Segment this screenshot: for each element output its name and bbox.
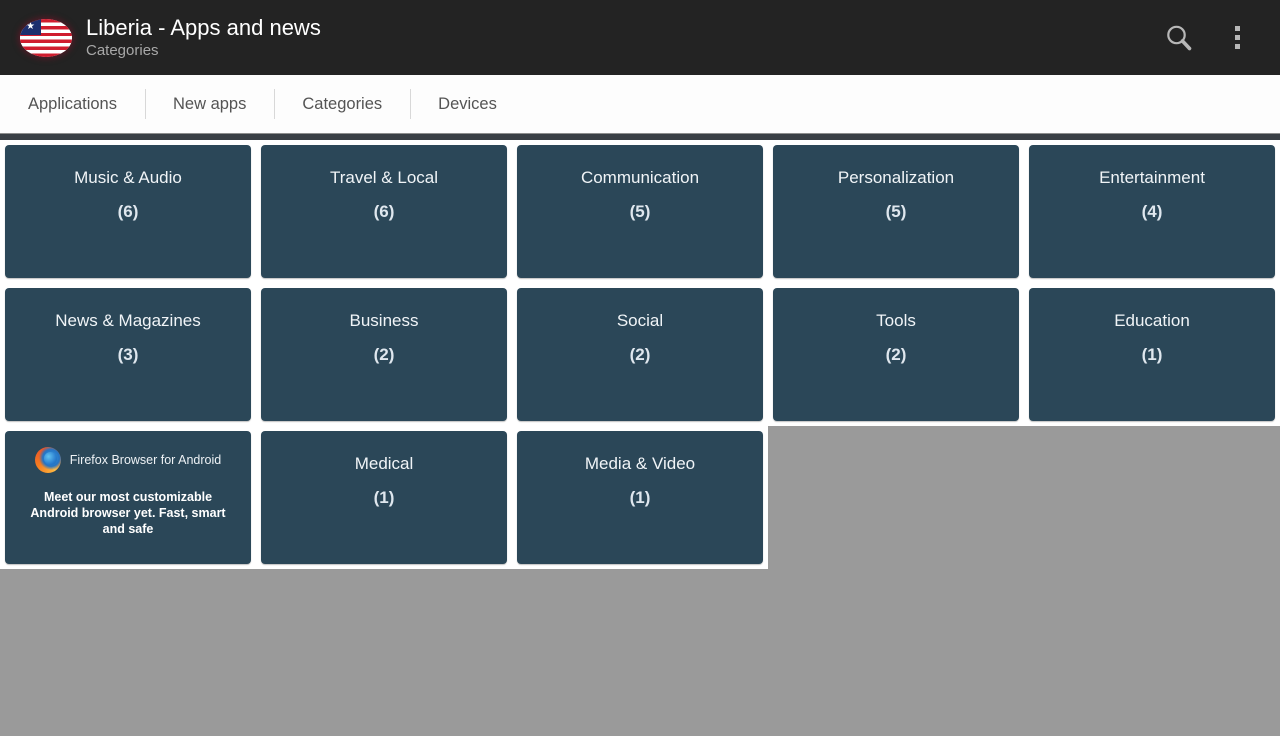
page-title: Liberia - Apps and news <box>86 15 321 40</box>
search-icon <box>1167 25 1192 50</box>
category-tile-medical[interactable]: Medical (1) <box>261 431 507 564</box>
grid-cell: Entertainment (4) <box>1024 140 1280 283</box>
overflow-menu-button[interactable] <box>1208 7 1266 69</box>
page-subtitle: Categories <box>86 42 159 59</box>
header-title-block: Liberia - Apps and news Categories <box>86 15 1150 60</box>
tab-categories[interactable]: Categories <box>274 87 410 121</box>
category-tile-personalization[interactable]: Personalization (5) <box>773 145 1019 278</box>
ad-description: Meet our most customizable Android brows… <box>30 490 226 536</box>
category-tile-tools[interactable]: Tools (2) <box>773 288 1019 421</box>
grid-cell: Social (2) <box>512 283 768 426</box>
ad-title: Firefox Browser for Android <box>69 453 222 467</box>
firefox-ad-tile[interactable]: Firefox Browser for Android Meet our mos… <box>5 431 251 564</box>
flag-star-icon: ★ <box>26 20 35 32</box>
grid-cell: Firefox Browser for Android Meet our mos… <box>0 426 256 569</box>
app-header: ★ Liberia - Apps and news Categories <box>0 0 1280 75</box>
category-name: Communication <box>580 168 700 187</box>
category-count: (1) <box>373 488 395 507</box>
grid-row: Firefox Browser for Android Meet our mos… <box>0 426 1280 569</box>
category-count: (5) <box>885 202 907 221</box>
tab-new-apps[interactable]: New apps <box>144 87 274 121</box>
category-name: Entertainment <box>1099 168 1205 187</box>
firefox-logo-icon <box>34 447 61 473</box>
grid-cell-empty <box>1024 426 1280 569</box>
tab-applications[interactable]: Applications <box>0 87 145 121</box>
category-count: (1) <box>629 488 651 507</box>
category-tile-media-video[interactable]: Media & Video (1) <box>517 431 763 564</box>
grid-cell: Communication (5) <box>512 140 768 283</box>
category-count: (5) <box>629 202 651 221</box>
grid-cell: Travel & Local (6) <box>256 140 512 283</box>
category-tile-business[interactable]: Business (2) <box>261 288 507 421</box>
category-tile-news-magazines[interactable]: News & Magazines (3) <box>5 288 251 421</box>
grid-cell: Media & Video (1) <box>512 426 768 569</box>
grid-cell: Tools (2) <box>768 283 1024 426</box>
grid-cell: Business (2) <box>256 283 512 426</box>
category-count: (1) <box>1141 345 1163 364</box>
grid-cell: News & Magazines (3) <box>0 283 256 426</box>
category-count: (2) <box>885 345 907 364</box>
category-name: Travel & Local <box>329 168 439 187</box>
category-count: (6) <box>117 202 139 221</box>
header-actions <box>1150 7 1266 69</box>
tab-bar: Applications New apps Categories Devices <box>0 75 1280 133</box>
tab-devices[interactable]: Devices <box>410 87 525 121</box>
category-tile-education[interactable]: Education (1) <box>1029 288 1275 421</box>
grid-cell: Music & Audio (6) <box>0 140 256 283</box>
overflow-menu-icon <box>1234 26 1240 49</box>
category-tile-social[interactable]: Social (2) <box>517 288 763 421</box>
category-name: Personalization <box>837 168 955 187</box>
grid-cell: Education (1) <box>1024 283 1280 426</box>
grid-cell-empty <box>768 426 1024 569</box>
category-count: (2) <box>373 345 395 364</box>
category-name: Business <box>349 311 419 330</box>
category-count: (4) <box>1141 202 1163 221</box>
category-name: Tools <box>876 311 916 330</box>
category-tile-music-audio[interactable]: Music & Audio (6) <box>5 145 251 278</box>
category-count: (2) <box>629 345 651 364</box>
liberia-flag-icon: ★ <box>20 18 72 57</box>
category-name: News & Magazines <box>55 311 201 330</box>
category-name: Music & Audio <box>74 168 182 187</box>
category-name: Education <box>1114 311 1190 330</box>
grid-cell: Personalization (5) <box>768 140 1024 283</box>
category-name: Social <box>616 311 664 330</box>
category-tile-communication[interactable]: Communication (5) <box>517 145 763 278</box>
category-name: Medical <box>354 454 414 473</box>
category-count: (6) <box>373 202 395 221</box>
category-tile-entertainment[interactable]: Entertainment (4) <box>1029 145 1275 278</box>
grid-row: Music & Audio (6) Travel & Local (6) Com… <box>0 140 1280 283</box>
category-name: Media & Video <box>584 454 696 473</box>
category-tile-travel-local[interactable]: Travel & Local (6) <box>261 145 507 278</box>
grid-row: News & Magazines (3) Business (2) Social… <box>0 283 1280 426</box>
category-grid: Music & Audio (6) Travel & Local (6) Com… <box>0 140 1280 736</box>
category-count: (3) <box>117 345 139 364</box>
search-button[interactable] <box>1150 7 1208 69</box>
grid-cell: Medical (1) <box>256 426 512 569</box>
